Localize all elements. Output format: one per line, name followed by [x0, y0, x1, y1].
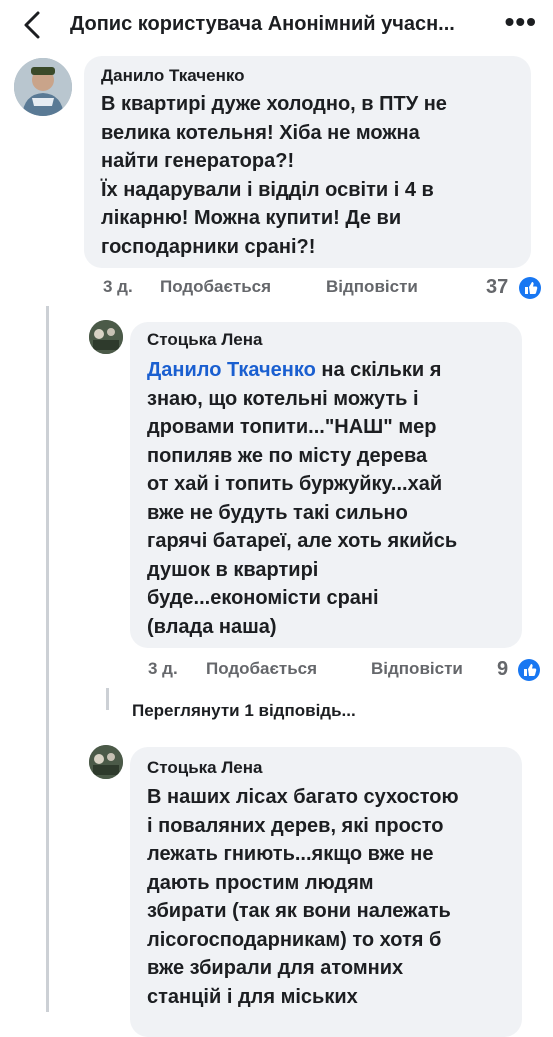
- top-bar: Допис користувача Анонімний учасн... •••: [0, 0, 553, 50]
- back-icon[interactable]: [18, 10, 48, 40]
- avatar[interactable]: [14, 58, 72, 116]
- like-button[interactable]: Подобається: [160, 277, 271, 297]
- comment-text: Данило Ткаченко на скільки я знаю, що ко…: [147, 356, 517, 641]
- avatar-photo-icon: [89, 320, 123, 354]
- comment-text: В квартирі дуже холодно, в ПТУ не велика…: [101, 93, 447, 258]
- reaction-count[interactable]: 9: [497, 658, 508, 681]
- thread-line: [46, 306, 49, 716]
- comment-author[interactable]: Стоцька Лена: [147, 330, 262, 350]
- like-reaction-icon: [519, 277, 541, 299]
- comment-author[interactable]: Стоцька Лена: [147, 758, 262, 778]
- thread-connector: [106, 688, 109, 710]
- comment-text: В наших лісах багато сухостою і поваляни…: [147, 786, 459, 1008]
- post-title: Допис користувача Анонімний учасн...: [70, 13, 455, 35]
- more-options-icon[interactable]: •••: [505, 8, 537, 36]
- avatar-photo-icon: [89, 745, 123, 779]
- view-replies-link[interactable]: Переглянути 1 відповідь...: [132, 701, 356, 721]
- reply-button[interactable]: Відповісти: [326, 277, 418, 297]
- thread-line: [46, 716, 49, 1012]
- like-reaction-icon: [518, 659, 540, 681]
- like-button[interactable]: Подобається: [206, 659, 317, 679]
- reply-button[interactable]: Відповісти: [371, 659, 463, 679]
- reaction-count[interactable]: 37: [486, 276, 508, 299]
- comment-time: 3 д.: [148, 659, 178, 678]
- comment-author[interactable]: Данило Ткаченко: [101, 66, 245, 86]
- avatar[interactable]: [89, 745, 123, 779]
- comment-text-body: на скільки я знаю, що котельні можуть і …: [147, 359, 458, 638]
- avatar[interactable]: [89, 320, 123, 354]
- comment-time: 3 д.: [103, 277, 133, 296]
- mention-link[interactable]: Данило Ткаченко: [147, 359, 316, 381]
- avatar-photo-icon: [14, 58, 72, 116]
